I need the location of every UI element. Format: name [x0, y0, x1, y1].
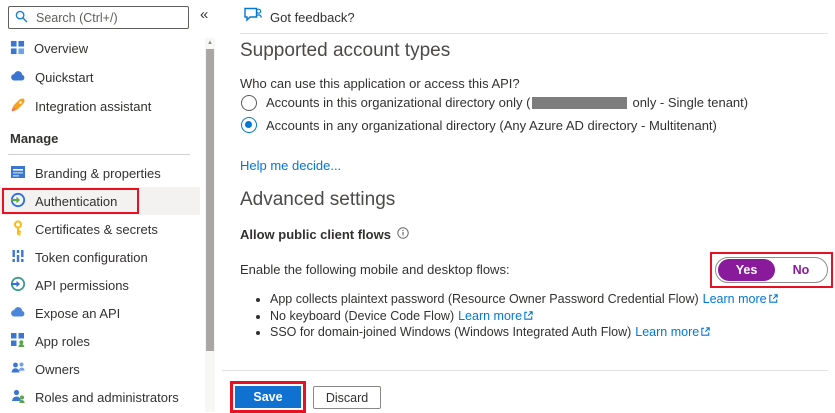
sidebar-item-label: Certificates & secrets	[35, 222, 158, 237]
feedback-icon	[243, 7, 262, 27]
sidebar-item-token-configuration[interactable]: Token configuration	[0, 243, 200, 271]
radio-single-tenant-label: Accounts in this organizational director…	[266, 95, 748, 111]
sidebar-item-label: API permissions	[35, 278, 129, 293]
sidebar-item-label: Integration assistant	[35, 99, 151, 114]
got-feedback-label: Got feedback?	[270, 10, 355, 25]
main-pane: Got feedback? Supported account types Wh…	[240, 0, 835, 412]
sidebar-item-api-permissions[interactable]: API permissions	[0, 271, 200, 299]
discard-button[interactable]: Discard	[313, 386, 381, 409]
advanced-settings-heading: Advanced settings	[240, 189, 395, 211]
sidebar-item-roles-and-administrators[interactable]: Roles and administrators	[0, 383, 200, 411]
who-can-use-question: Who can use this application or access t…	[240, 76, 520, 91]
toggle-yes-option[interactable]: Yes	[718, 259, 775, 281]
public-client-flows-toggle[interactable]: Yes No	[715, 257, 828, 283]
sidebar-scrollbar[interactable]: ▲	[205, 38, 215, 412]
radio-label-prefix: Accounts in this organizational director…	[266, 95, 530, 110]
certificates-icon	[10, 220, 26, 239]
info-icon[interactable]	[397, 227, 409, 242]
radio-multitenant-label: Accounts in any organizational directory…	[266, 118, 717, 133]
enable-flows-label: Enable the following mobile and desktop …	[240, 262, 510, 277]
list-item: SSO for domain-joined Windows (Windows I…	[270, 325, 779, 342]
radio-label-suffix: only - Single tenant)	[632, 95, 748, 110]
save-button[interactable]: Save	[235, 386, 301, 408]
sidebar-item-label: Overview	[34, 41, 88, 56]
branding-icon	[10, 164, 26, 183]
sidebar-section-manage: Manage	[0, 121, 200, 150]
external-link-icon	[523, 310, 534, 324]
radio-button-unselected[interactable]	[241, 95, 257, 111]
quickstart-icon	[10, 68, 26, 87]
sidebar-item-label: Quickstart	[35, 70, 94, 85]
sidebar-item-overview[interactable]: Overview	[0, 34, 200, 63]
sidebar-item-certificates-secrets[interactable]: Certificates & secrets	[0, 215, 200, 243]
api-permissions-icon	[10, 276, 26, 295]
roles-administrators-icon	[10, 388, 26, 407]
radio-multitenant[interactable]: Accounts in any organizational directory…	[241, 117, 717, 133]
external-link-icon	[768, 293, 779, 307]
sidebar-item-authentication[interactable]: Authentication	[0, 187, 200, 215]
sidebar-divider	[8, 154, 190, 155]
sidebar-item-integration-assistant[interactable]: Integration assistant	[0, 92, 200, 121]
authentication-icon	[10, 192, 26, 211]
red-highlight-box-toggle: Yes No	[710, 252, 833, 288]
allow-public-client-flows-row: Allow public client flows	[240, 227, 409, 242]
sidebar-item-expose-an-api[interactable]: Expose an API	[0, 299, 200, 327]
expose-api-icon	[10, 304, 26, 323]
search-icon	[15, 10, 28, 26]
learn-more-link[interactable]: Learn more	[635, 325, 699, 339]
sidebar-item-app-roles[interactable]: App roles	[0, 327, 200, 355]
sidebar-item-label: Branding & properties	[35, 166, 161, 181]
toggle-no-option[interactable]: No	[775, 263, 827, 277]
app-roles-icon	[10, 332, 26, 351]
got-feedback-button[interactable]: Got feedback?	[243, 7, 355, 27]
overview-icon	[10, 40, 25, 58]
flows-bullet-list: App collects plaintext password (Resourc…	[254, 292, 779, 342]
radio-single-tenant[interactable]: Accounts in this organizational director…	[241, 95, 748, 111]
sidebar-item-label: Expose an API	[35, 306, 120, 321]
scrollbar-up-arrow-icon[interactable]: ▲	[205, 39, 215, 47]
app-sidebar: « Overview Quickstart Integration assist…	[0, 0, 220, 412]
sidebar-item-label: Roles and administrators	[35, 390, 179, 405]
collapse-sidebar-icon[interactable]: «	[200, 6, 208, 23]
scrollbar-thumb[interactable]	[206, 49, 214, 351]
allow-public-client-flows-label: Allow public client flows	[240, 227, 391, 242]
learn-more-link[interactable]: Learn more	[703, 292, 767, 306]
footer-divider	[222, 370, 828, 371]
redacted-tenant-name	[532, 97, 627, 109]
list-item: No keyboard (Device Code Flow) Learn more	[270, 309, 779, 326]
learn-more-link[interactable]: Learn more	[458, 309, 522, 323]
token-configuration-icon	[10, 248, 26, 267]
red-highlight-box-save: Save	[230, 381, 306, 413]
integration-assistant-icon	[10, 97, 26, 116]
external-link-icon	[700, 326, 711, 340]
sidebar-item-owners[interactable]: Owners	[0, 355, 200, 383]
radio-button-selected[interactable]	[241, 117, 257, 133]
header-divider	[240, 33, 828, 34]
bullet-text: App collects plaintext password (Resourc…	[270, 292, 699, 306]
sidebar-search-box[interactable]	[8, 6, 189, 29]
sidebar-item-branding[interactable]: Branding & properties	[0, 159, 200, 187]
sidebar-nav: Overview Quickstart Integration assistan…	[0, 34, 200, 411]
owners-icon	[10, 360, 26, 379]
help-me-decide-link[interactable]: Help me decide...	[240, 158, 341, 173]
sidebar-item-label: Owners	[35, 362, 80, 377]
sidebar-item-label: App roles	[35, 334, 90, 349]
sidebar-item-quickstart[interactable]: Quickstart	[0, 63, 200, 92]
sidebar-item-label: Token configuration	[35, 250, 148, 265]
list-item: App collects plaintext password (Resourc…	[270, 292, 779, 309]
bullet-text: SSO for domain-joined Windows (Windows I…	[270, 325, 631, 339]
sidebar-item-label: Authentication	[35, 194, 117, 209]
search-input[interactable]	[34, 10, 182, 26]
supported-account-types-heading: Supported account types	[240, 40, 450, 62]
bullet-text: No keyboard (Device Code Flow)	[270, 309, 454, 323]
